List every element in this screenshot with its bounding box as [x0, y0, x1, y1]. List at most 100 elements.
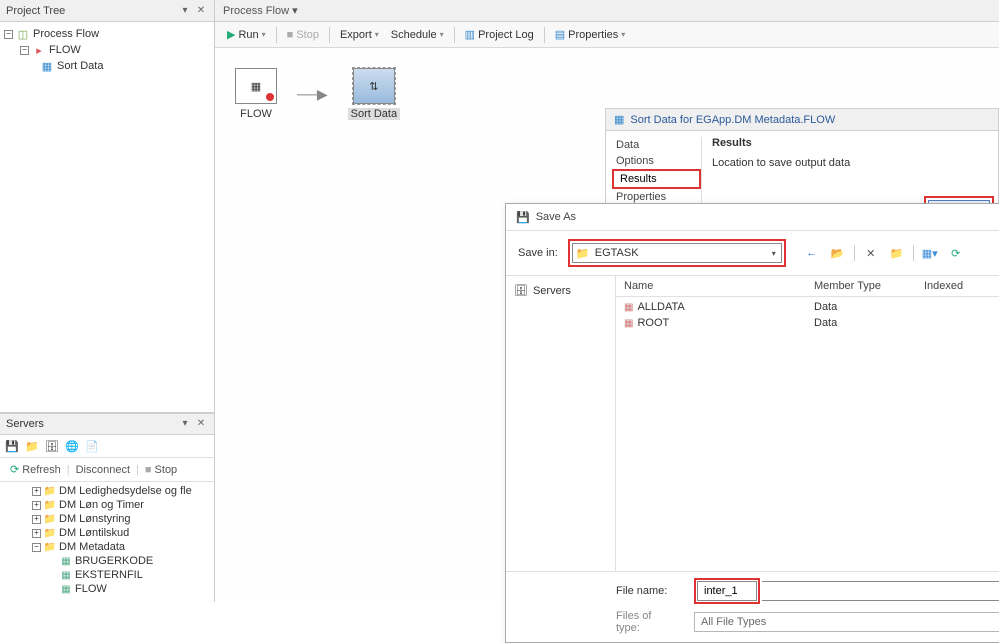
project-tree-title: Project Tree	[6, 5, 65, 17]
server-folder[interactable]: +📁DM Løn og Timer	[0, 498, 214, 512]
sort-panel-title: ▦ Sort Data for EGApp.DM Metadata.FLOW	[605, 108, 999, 131]
properties-button[interactable]: ▤ Properties	[551, 26, 630, 43]
refresh-icon: ⟳	[10, 463, 19, 476]
delete-icon[interactable]: ✕	[861, 243, 881, 263]
folder-icon: 📁	[43, 513, 57, 525]
dialog-titlebar[interactable]: 💾 Save As — ☐ ✕	[506, 204, 999, 231]
tree-label: FLOW	[49, 44, 81, 56]
server-folder[interactable]: +📁DM Løntilskud	[0, 526, 214, 540]
arrow-icon: ──▶	[297, 86, 328, 103]
collapse-icon[interactable]: −	[20, 46, 29, 55]
servers-menu-icon[interactable]: ▾	[178, 417, 192, 431]
filetype-combo[interactable]	[694, 612, 999, 632]
open-folder-icon[interactable]: 📁	[887, 243, 907, 263]
file-row[interactable]: ALLDATAData	[616, 299, 999, 315]
file-list-header: Name Member Type Indexed	[616, 276, 999, 297]
filename-label: File name:	[616, 585, 676, 597]
col-indexed[interactable]: Indexed	[916, 276, 999, 296]
file-list[interactable]: ALLDATADataROOTData	[616, 297, 999, 571]
flow-node-flow[interactable]: ▦ FLOW	[235, 68, 277, 120]
filename-input[interactable]	[697, 581, 757, 601]
filename-highlight	[694, 578, 760, 604]
refresh-icon[interactable]: ⟳	[946, 243, 966, 263]
project-tree[interactable]: − Process Flow − FLOW Sort Data	[0, 22, 214, 413]
log-icon: ▥	[465, 28, 475, 41]
back-icon[interactable]: ←	[802, 243, 822, 263]
stop-button: ■Stop	[283, 27, 323, 43]
servers-actions: ⟳ Refresh | Disconnect | ■ Stop	[0, 458, 214, 482]
server-folder[interactable]: +📁DM Ledighedsydelse og fle	[0, 484, 214, 498]
servers-close-icon[interactable]: ✕	[194, 417, 208, 431]
project-tree-close-icon[interactable]: ✕	[194, 4, 208, 18]
servers-tree[interactable]: +📁DM Ledighedsydelse og fle+📁DM Løn og T…	[0, 482, 214, 602]
tree-node-sort-data[interactable]: Sort Data	[0, 58, 214, 74]
toggle-icon[interactable]: +	[32, 501, 41, 510]
server-file[interactable]: ▦FLOW	[0, 582, 214, 596]
disconnect-button[interactable]: Disconnect	[72, 462, 134, 478]
export-button[interactable]: Export	[336, 27, 383, 43]
savein-row: Save in: EGTASK ← 📂 ✕ 📁 ▦▾	[506, 231, 999, 275]
stop-icon: ■	[287, 29, 294, 41]
cylinder-icon[interactable]: 🗄	[44, 438, 60, 454]
data-icon: ▦	[59, 583, 73, 595]
toggle-icon[interactable]: +	[32, 515, 41, 524]
table-icon: ▦	[235, 68, 277, 104]
savein-highlight: EGTASK	[568, 239, 786, 267]
save-as-dialog: 💾 Save As — ☐ ✕ Save in: EGTASK	[505, 203, 999, 643]
globe-icon[interactable]: 🌐	[64, 438, 80, 454]
toggle-icon[interactable]: +	[32, 487, 41, 496]
view-icon[interactable]: ▦▾	[920, 243, 940, 263]
server-folder[interactable]: −📁DM Metadata	[0, 540, 214, 554]
sort-icon	[40, 59, 54, 73]
data-icon: ▦	[59, 555, 73, 567]
project-log-button[interactable]: ▥ Project Log	[461, 26, 538, 43]
run-button[interactable]: ▶Run	[223, 26, 270, 43]
tree-label: Process Flow	[33, 28, 99, 40]
main-toolbar: ▶Run ■Stop Export Schedule ▥ Project Log…	[215, 22, 999, 48]
flow-canvas[interactable]: ▦ FLOW ──▶ ⇅ Sort Data ▦ Sort Data for E…	[215, 48, 999, 602]
stop-button[interactable]: ■ Stop	[141, 462, 181, 478]
servers-toolbar: 💾 📁 🗄 🌐 📄	[0, 435, 214, 458]
server-file[interactable]: ▦EKSTERNFIL	[0, 568, 214, 582]
servers-header: Servers ▾ ✕	[0, 413, 214, 435]
project-tree-menu-icon[interactable]: ▾	[178, 4, 192, 18]
server-icon[interactable]: 💾	[4, 438, 20, 454]
up-folder-icon[interactable]: 📂	[828, 243, 848, 263]
toggle-icon[interactable]: +	[32, 529, 41, 538]
savein-label: Save in:	[518, 247, 558, 259]
table-icon	[624, 317, 633, 329]
dialog-title: Save As	[536, 211, 576, 223]
nav-options[interactable]: Options	[612, 153, 701, 169]
server-icon: 🗄	[514, 284, 528, 297]
file-row[interactable]: ROOTData	[616, 315, 999, 331]
page-icon[interactable]: 📄	[84, 438, 100, 454]
folder-icon: 📁	[43, 485, 57, 497]
nav-results[interactable]: Results	[616, 171, 697, 187]
filename-combo-ext[interactable]	[762, 581, 999, 601]
server-folder[interactable]: +📁DM Lønstyring	[0, 512, 214, 526]
right-header[interactable]: Process Flow ▾	[215, 0, 999, 22]
server-file[interactable]: ▦BRUGERKODE	[0, 554, 214, 568]
nav-data[interactable]: Data	[612, 137, 701, 153]
folder-icon[interactable]: 📁	[24, 438, 40, 454]
tree-node-flow[interactable]: − FLOW	[0, 42, 214, 58]
sort-title-icon: ▦	[614, 113, 624, 126]
refresh-button[interactable]: ⟳ Refresh	[6, 461, 65, 478]
col-name[interactable]: Name	[616, 276, 806, 296]
toggle-icon[interactable]: −	[32, 543, 41, 552]
sort-task-icon: ⇅	[353, 68, 395, 104]
dialog-sidebar: 🗄 Servers	[506, 276, 616, 571]
flow-node-sort[interactable]: ⇅ Sort Data	[348, 68, 400, 120]
process-flow-icon	[16, 27, 30, 41]
location-label: Location to save output data	[712, 157, 992, 169]
folder-icon: 📁	[43, 527, 57, 539]
dialog-bottom: File name: Files of type:	[506, 571, 999, 642]
col-member-type[interactable]: Member Type	[806, 276, 916, 296]
collapse-icon[interactable]: −	[4, 30, 13, 39]
sidebar-servers[interactable]: 🗄 Servers	[514, 282, 607, 299]
flow-icon	[32, 43, 46, 57]
tree-node-process-flow[interactable]: − Process Flow	[0, 26, 214, 42]
savein-combo[interactable]: EGTASK	[572, 243, 782, 263]
schedule-button[interactable]: Schedule	[387, 27, 448, 43]
flow-node-label: FLOW	[240, 108, 272, 120]
